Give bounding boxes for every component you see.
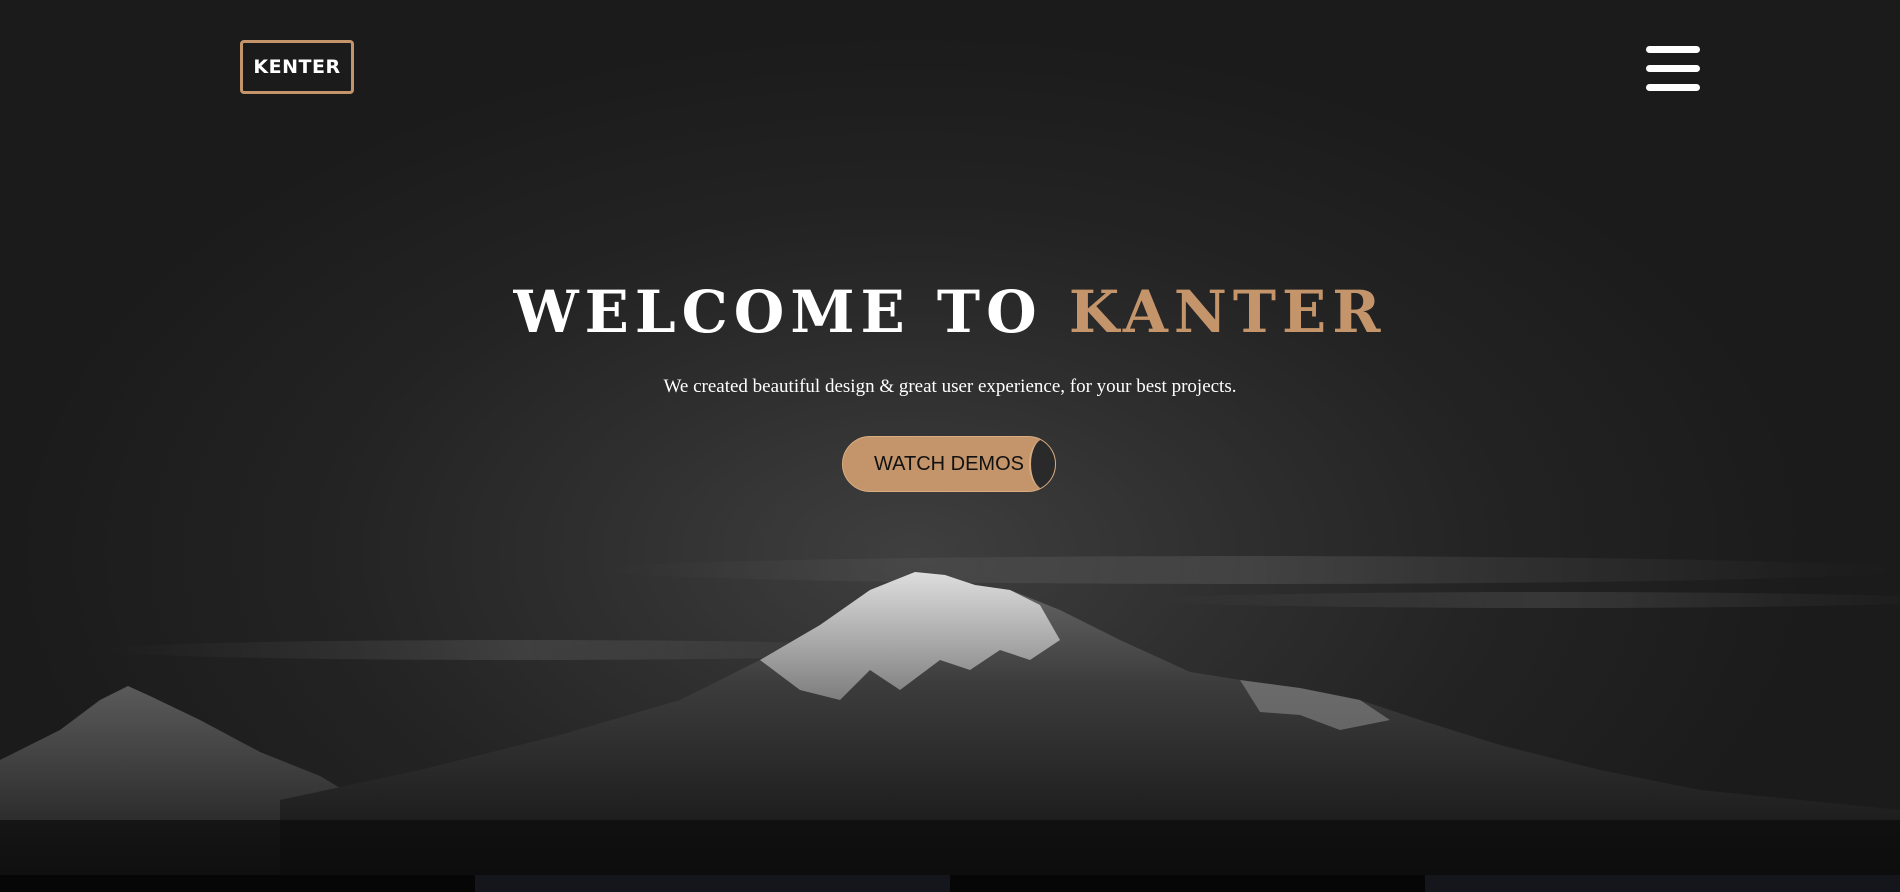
hero-section: KENTER WELCOME TO KANTER We created beau…	[0, 0, 1900, 892]
watch-demos-label: WATCH DEMOS	[874, 452, 1024, 475]
hero-title: WELCOME TO KANTER	[0, 272, 1900, 352]
menu-bar-bottom	[1646, 84, 1700, 91]
watch-demos-button[interactable]: WATCH DEMOS	[842, 436, 1056, 492]
brand-logo-text: KENTER	[253, 56, 341, 78]
menu-bar-middle	[1646, 65, 1700, 72]
hero-subtitle: We created beautiful design & great user…	[663, 376, 1237, 397]
hero-title-brand: KANTER	[1068, 278, 1387, 346]
button-circle-decoration	[1029, 439, 1055, 489]
strip-segment-1	[0, 875, 475, 892]
bottom-section-strip	[0, 875, 1900, 892]
menu-bar-top	[1646, 46, 1700, 53]
hero-title-prefix: WELCOME TO	[513, 278, 1069, 346]
strip-segment-2	[475, 875, 950, 892]
brand-logo[interactable]: KENTER	[240, 40, 354, 94]
hamburger-menu-icon[interactable]	[1646, 46, 1700, 92]
strip-segment-4	[1425, 875, 1900, 892]
strip-segment-3	[950, 875, 1425, 892]
